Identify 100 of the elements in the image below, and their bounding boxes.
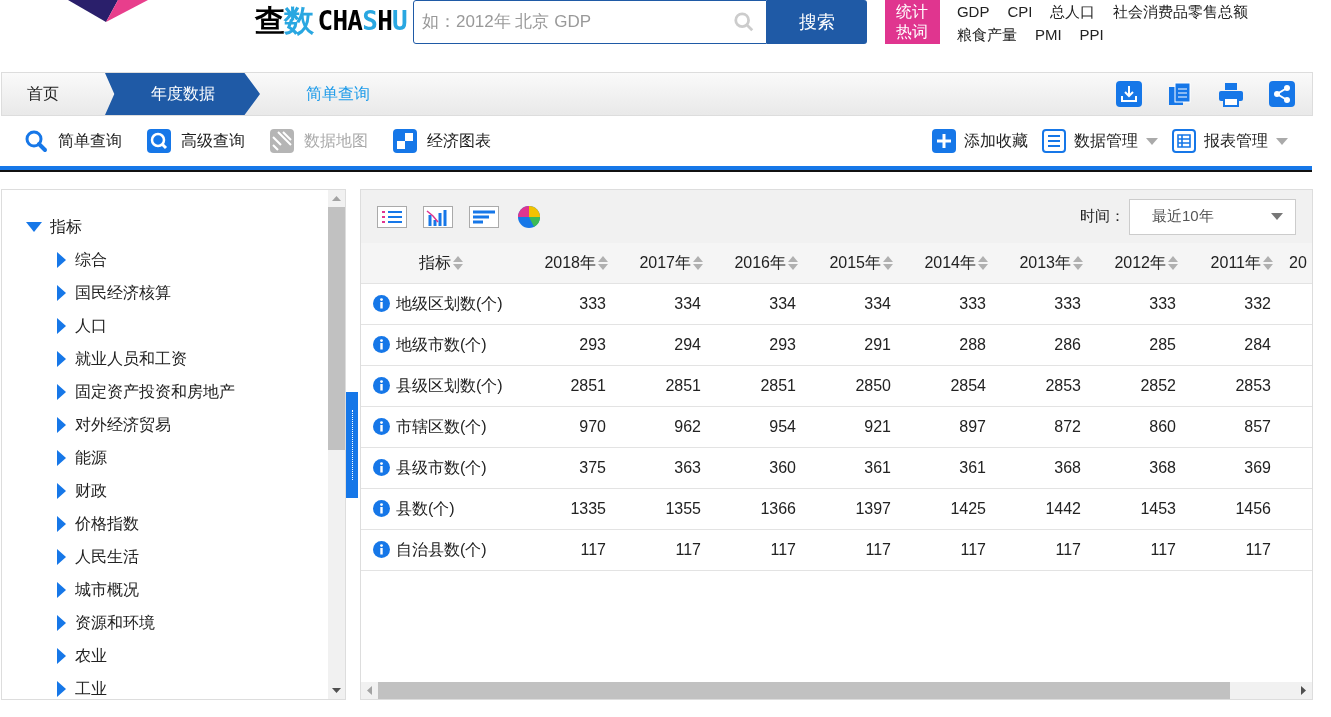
table-cell: 288 [959,335,986,353]
tree-item[interactable]: 指标 [50,215,82,239]
hot-word-link[interactable]: 粮食产量 [956,23,1017,46]
horizontal-bar-icon[interactable] [469,205,499,228]
table-cell: 375 [579,458,606,476]
share-icon[interactable] [1269,81,1295,107]
hot-word-link[interactable]: 总人口 [1050,0,1096,23]
caret-right-icon[interactable] [57,285,66,301]
caret-right-icon[interactable] [57,417,66,433]
search-button[interactable]: 搜索 [766,0,867,44]
caret-right-icon[interactable] [57,384,66,400]
tree-item[interactable]: 城市概况 [75,578,139,602]
breadcrumb-item[interactable]: 首页 [2,73,105,115]
info-icon[interactable] [373,295,390,312]
tree-item[interactable]: 人民生活 [75,545,139,569]
vertical-scrollbar[interactable] [328,190,345,699]
search-icon [24,129,48,153]
column-header[interactable]: 2011年 [1210,250,1261,275]
bar-chart-icon[interactable] [423,205,453,228]
list-view-icon[interactable] [377,205,407,228]
hot-word-link[interactable]: PPI [1079,23,1104,46]
hot-word-link[interactable]: 社会消费品零售总额 [1113,0,1249,23]
time-select[interactable]: 最近10年 [1129,198,1296,235]
caret-right-icon[interactable] [57,450,66,466]
table-cell: 293 [769,335,796,353]
column-header[interactable]: 20 [1289,250,1307,275]
tree-item[interactable]: 农业 [75,644,107,668]
column-header[interactable]: 2013年 [1019,250,1071,275]
tree-item[interactable]: 固定资产投资和房地产 [75,380,235,404]
column-header[interactable]: 2015年 [829,250,881,275]
breadcrumb-item[interactable]: 年度数据 [105,73,260,115]
tree-item[interactable]: 工业 [75,677,107,699]
print-icon[interactable] [1218,81,1244,107]
tree-item[interactable]: 能源 [75,446,107,470]
scroll-up-icon[interactable] [332,196,341,201]
site-logo[interactable]: 查数CHASHU [255,3,407,39]
table-cell: 1355 [665,499,701,517]
dropdown-caret-icon [1146,137,1158,145]
list-icon [1042,129,1066,153]
table-cell: 333 [959,294,986,312]
tree-item[interactable]: 综合 [75,248,107,272]
toolbar-link[interactable]: 经济图表 [393,129,491,153]
download-icon[interactable] [1116,81,1142,107]
caret-right-icon[interactable] [57,351,66,367]
toolbar-link[interactable]: 数据管理 [1042,129,1158,153]
hot-word-link[interactable]: PMI [1034,23,1062,46]
scroll-right-icon[interactable] [1301,686,1306,695]
search-icon [732,11,755,33]
tree-item[interactable]: 价格指数 [75,512,139,536]
search-icon [147,129,171,153]
table-cell: 291 [864,335,891,353]
column-header[interactable]: 2016年 [734,250,786,275]
caret-right-icon[interactable] [57,516,66,532]
toolbar-link[interactable]: 添加收藏 [932,129,1028,153]
info-icon[interactable] [373,336,390,353]
scroll-left-icon[interactable] [367,686,372,695]
column-header[interactable]: 2018年 [544,250,596,275]
toolbar-link[interactable]: 简单查询 [24,129,122,153]
column-header[interactable]: 指标 [419,250,451,275]
tree-item[interactable]: 财政 [75,479,107,503]
info-icon[interactable] [373,500,390,517]
tree-item[interactable]: 就业人员和工资 [75,347,187,371]
toolbar-link[interactable]: 报表管理 [1172,129,1288,153]
info-icon[interactable] [373,541,390,558]
dropdown-caret-icon [1271,213,1283,220]
scrollbar-thumb[interactable] [328,207,345,450]
table-cell: 2854 [950,376,986,394]
dropdown-caret-icon [1276,137,1288,145]
pie-chart-icon[interactable] [517,204,541,229]
table-cell-text: 地级区划数(个) [396,293,503,314]
tree-item[interactable]: 人口 [75,314,107,338]
caret-right-icon[interactable] [57,483,66,499]
caret-down-icon[interactable] [26,222,42,232]
caret-right-icon[interactable] [57,648,66,664]
hot-word-link[interactable]: GDP [956,0,990,23]
chart-icon [393,129,417,153]
column-header[interactable]: 2014年 [924,250,976,275]
caret-right-icon[interactable] [57,681,66,697]
caret-right-icon[interactable] [57,549,66,565]
caret-right-icon[interactable] [57,582,66,598]
panel-splitter-handle[interactable] [346,391,358,498]
table-cell: 1366 [760,499,796,517]
column-header[interactable]: 2012年 [1114,250,1166,275]
caret-right-icon[interactable] [57,252,66,268]
tree-item[interactable]: 国民经济核算 [75,281,171,305]
tree-item[interactable]: 资源和环境 [75,611,155,635]
hot-word-link[interactable]: CPI [1007,0,1033,23]
copy-icon[interactable] [1167,81,1193,107]
table-cell: 293 [579,335,606,353]
toolbar-link[interactable]: 高级查询 [147,129,245,153]
info-icon[interactable] [373,377,390,394]
tree-item[interactable]: 对外经济贸易 [75,413,171,437]
caret-right-icon[interactable] [57,318,66,334]
column-header[interactable]: 2017年 [639,250,691,275]
search-field[interactable]: 如：2012年 北京 GDP [412,0,767,44]
scroll-down-icon[interactable] [332,688,341,693]
map-icon [270,129,294,153]
info-icon[interactable] [373,459,390,476]
info-icon[interactable] [373,418,390,435]
caret-right-icon[interactable] [57,615,66,631]
